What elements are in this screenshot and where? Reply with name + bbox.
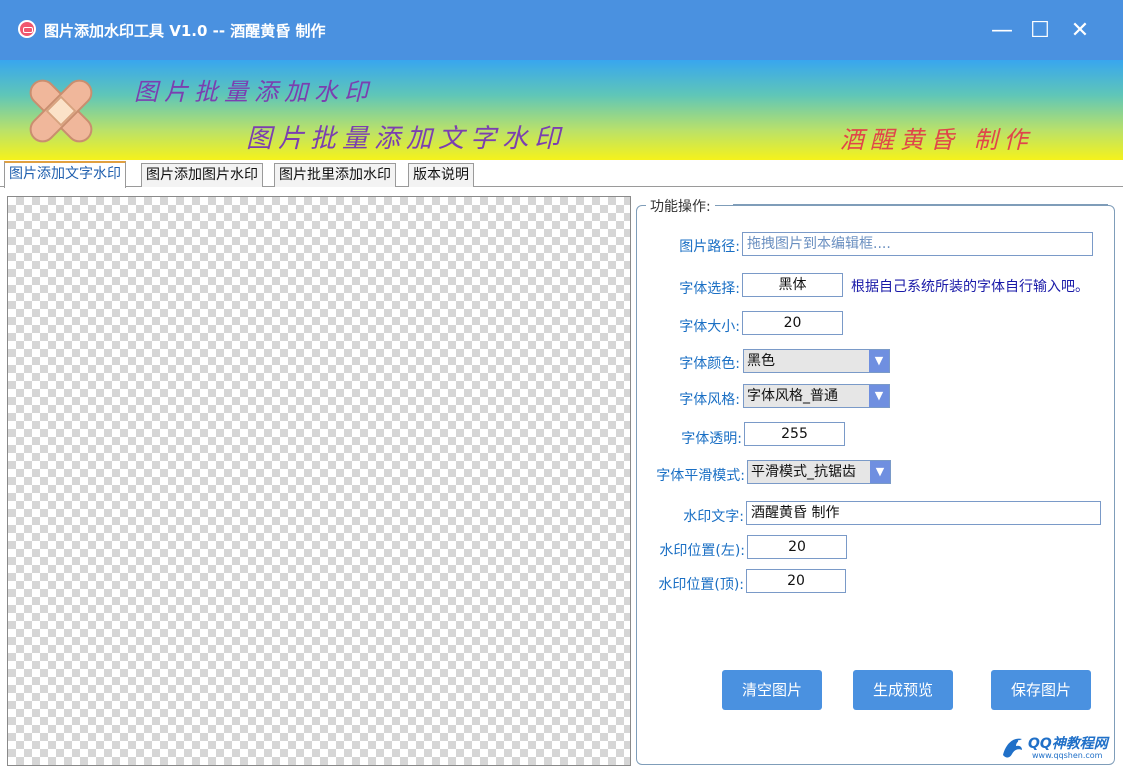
font-color-value: 黑色	[747, 353, 775, 369]
tab-image-watermark[interactable]: 图片添加图片水印	[141, 163, 263, 187]
tab-batch-watermark[interactable]: 图片批里添加水印	[274, 163, 396, 187]
pos-top-input[interactable]: 20	[746, 569, 846, 593]
font-style-value: 字体风格_普通	[747, 388, 838, 404]
bandage-logo-icon	[18, 68, 104, 154]
font-size-input[interactable]: 20	[742, 311, 843, 335]
font-style-label: 字体风格:	[679, 392, 740, 408]
font-color-label: 字体颜色:	[679, 356, 740, 372]
minimize-button[interactable]: —	[985, 14, 1019, 48]
chevron-down-icon[interactable]: ▼	[869, 350, 889, 372]
group-title: 功能操作:	[646, 196, 715, 216]
chevron-down-icon[interactable]: ▼	[870, 461, 890, 483]
font-name-input[interactable]: 黑体	[742, 273, 843, 297]
banner-subtitle: 图片批量添加文字水印	[246, 124, 567, 154]
tab-text-watermark[interactable]: 图片添加文字水印	[4, 161, 126, 188]
app-icon	[18, 20, 36, 38]
clear-image-button[interactable]: 清空图片	[722, 670, 822, 710]
close-button[interactable]: ✕	[1063, 14, 1097, 48]
font-style-select[interactable]: 字体风格_普通 ▼	[743, 384, 890, 408]
smooth-mode-value: 平滑模式_抗锯齿	[751, 464, 856, 480]
generate-preview-button[interactable]: 生成预览	[853, 670, 953, 710]
font-alpha-label: 字体透明:	[681, 431, 742, 447]
watermark-text-input[interactable]: 酒醒黄昏 制作	[746, 501, 1101, 525]
watermark-text-label: 水印文字:	[683, 509, 744, 525]
font-size-label: 字体大小:	[679, 319, 740, 335]
font-color-select[interactable]: 黑色 ▼	[743, 349, 890, 373]
header-banner: 图片批量添加水印 图片批量添加文字水印 酒醒黄昏 制作	[0, 60, 1123, 160]
save-image-button[interactable]: 保存图片	[991, 670, 1091, 710]
chevron-down-icon[interactable]: ▼	[869, 385, 889, 407]
image-path-label: 图片路径:	[679, 239, 740, 255]
maximize-button[interactable]: ☐	[1023, 14, 1057, 48]
tab-version-info[interactable]: 版本说明	[408, 163, 474, 187]
banner-title: 图片批量添加水印	[134, 78, 374, 106]
image-path-input[interactable]: 拖拽图片到本编辑框....	[742, 232, 1093, 256]
window-title: 图片添加水印工具 V1.0 -- 酒醒黄昏 制作	[44, 22, 326, 40]
smooth-mode-select[interactable]: 平滑模式_抗锯齿 ▼	[747, 460, 891, 484]
font-alpha-input[interactable]: 255	[744, 422, 845, 446]
pos-left-input[interactable]: 20	[747, 535, 847, 559]
image-preview-canvas[interactable]	[7, 196, 631, 766]
pos-top-label: 水印位置(顶):	[658, 577, 744, 593]
site-watermark-url: www.qqshen.com	[1032, 751, 1103, 760]
banner-author: 酒醒黄昏 制作	[840, 126, 1034, 154]
site-watermark: QQ神教程网 www.qqshen.com	[1000, 733, 1112, 763]
site-watermark-main: QQ神教程网	[1028, 736, 1108, 752]
title-bar: 图片添加水印工具 V1.0 -- 酒醒黄昏 制作 — ☐ ✕	[0, 0, 1123, 60]
dolphin-logo-icon	[1003, 738, 1022, 758]
pos-left-label: 水印位置(左):	[659, 543, 745, 559]
font-select-label: 字体选择:	[679, 281, 740, 297]
smooth-mode-label: 字体平滑模式:	[656, 468, 745, 484]
font-hint-text: 根据自己系统所装的字体自行输入吧。	[851, 279, 1089, 295]
